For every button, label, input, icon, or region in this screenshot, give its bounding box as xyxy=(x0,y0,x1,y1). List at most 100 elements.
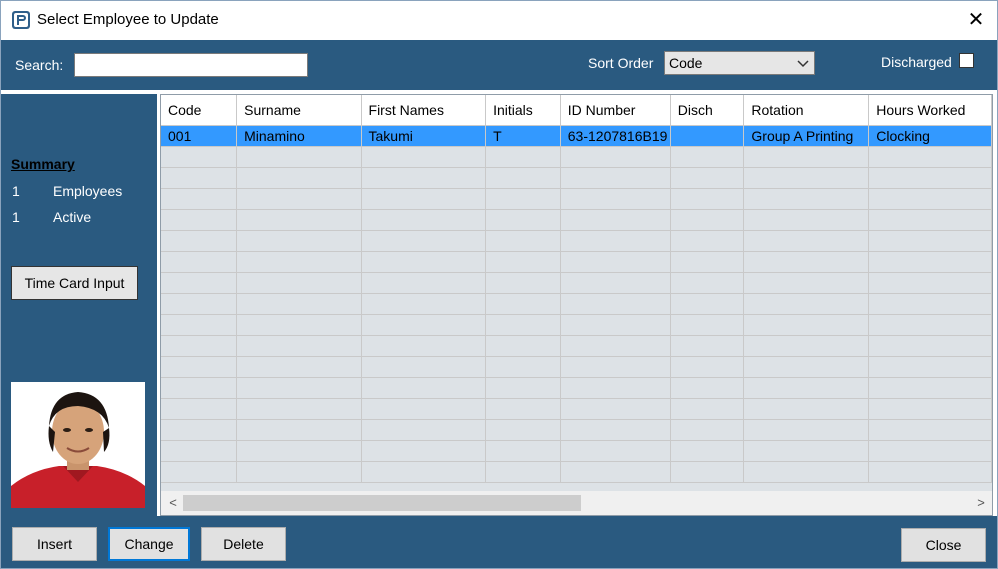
table-row[interactable] xyxy=(161,167,992,189)
table-cell[interactable] xyxy=(743,398,870,420)
table-row[interactable] xyxy=(161,146,992,168)
table-cell[interactable] xyxy=(236,335,362,357)
change-button[interactable]: Change xyxy=(108,527,190,561)
table-cell[interactable] xyxy=(236,293,362,315)
table-cell[interactable] xyxy=(361,293,487,315)
table-cell[interactable] xyxy=(361,209,487,231)
table-row[interactable] xyxy=(161,398,992,420)
table-row[interactable] xyxy=(161,440,992,462)
table-cell[interactable] xyxy=(485,398,561,420)
column-header[interactable]: Hours Worked xyxy=(868,95,992,126)
table-cell[interactable] xyxy=(560,251,671,273)
discharged-checkbox[interactable] xyxy=(959,53,974,68)
table-cell[interactable] xyxy=(161,209,238,231)
table-cell[interactable] xyxy=(560,419,671,441)
table-cell[interactable]: Group A Printing xyxy=(743,125,870,147)
close-window-icon[interactable]: ✕ xyxy=(961,6,991,34)
table-cell[interactable] xyxy=(161,251,238,273)
scroll-right-icon[interactable]: > xyxy=(971,491,991,515)
table-cell[interactable] xyxy=(236,314,362,336)
scrollbar-thumb[interactable] xyxy=(183,495,581,511)
column-header[interactable]: Disch xyxy=(670,95,745,126)
table-cell[interactable] xyxy=(743,188,870,210)
table-cell[interactable] xyxy=(743,314,870,336)
table-cell[interactable] xyxy=(560,272,671,294)
table-cell[interactable] xyxy=(161,230,238,252)
time-card-input-button[interactable]: Time Card Input xyxy=(11,266,138,300)
table-cell[interactable] xyxy=(670,230,745,252)
table-row[interactable] xyxy=(161,272,992,294)
table-cell[interactable] xyxy=(361,461,487,483)
table-cell[interactable] xyxy=(868,272,992,294)
column-header[interactable]: Initials xyxy=(485,95,561,126)
table-cell[interactable] xyxy=(161,146,238,168)
table-row[interactable] xyxy=(161,188,992,210)
table-cell[interactable] xyxy=(361,188,487,210)
table-cell[interactable]: Minamino xyxy=(236,125,362,147)
table-cell[interactable] xyxy=(670,251,745,273)
table-cell[interactable] xyxy=(485,146,561,168)
table-cell[interactable] xyxy=(743,209,870,231)
table-cell[interactable] xyxy=(485,272,561,294)
table-cell[interactable] xyxy=(161,314,238,336)
table-cell[interactable] xyxy=(560,335,671,357)
table-cell[interactable] xyxy=(236,356,362,378)
table-cell[interactable] xyxy=(485,356,561,378)
table-cell[interactable] xyxy=(485,188,561,210)
table-cell[interactable] xyxy=(361,314,487,336)
table-cell[interactable] xyxy=(868,377,992,399)
table-cell[interactable] xyxy=(361,377,487,399)
table-row[interactable]: 001 Minamino Takumi T 63-1207816B19 Group A P… xyxy=(161,125,992,147)
table-cell[interactable] xyxy=(670,440,745,462)
table-row[interactable] xyxy=(161,356,992,378)
column-header[interactable]: Code xyxy=(161,95,238,126)
table-cell[interactable] xyxy=(236,209,362,231)
table-cell[interactable] xyxy=(361,419,487,441)
table-cell[interactable] xyxy=(161,293,238,315)
table-row[interactable] xyxy=(161,314,992,336)
table-cell[interactable] xyxy=(743,335,870,357)
table-cell[interactable] xyxy=(868,230,992,252)
table-cell[interactable] xyxy=(236,272,362,294)
table-cell[interactable] xyxy=(670,356,745,378)
table-cell[interactable] xyxy=(560,356,671,378)
table-cell[interactable] xyxy=(361,230,487,252)
table-cell[interactable] xyxy=(868,293,992,315)
table-cell[interactable] xyxy=(161,461,238,483)
table-cell[interactable] xyxy=(485,314,561,336)
table-row[interactable] xyxy=(161,230,992,252)
table-cell[interactable] xyxy=(743,293,870,315)
table-cell[interactable] xyxy=(743,356,870,378)
table-cell[interactable] xyxy=(161,440,238,462)
table-cell[interactable] xyxy=(361,398,487,420)
table-cell[interactable] xyxy=(161,167,238,189)
table-cell[interactable] xyxy=(236,146,362,168)
column-header[interactable]: Surname xyxy=(236,95,362,126)
table-cell[interactable] xyxy=(670,293,745,315)
table-cell[interactable] xyxy=(485,209,561,231)
table-cell[interactable] xyxy=(868,440,992,462)
table-cell[interactable] xyxy=(868,251,992,273)
table-row[interactable] xyxy=(161,209,992,231)
table-cell[interactable] xyxy=(485,167,561,189)
table-cell[interactable] xyxy=(485,230,561,252)
table-cell[interactable] xyxy=(236,251,362,273)
table-cell[interactable] xyxy=(743,272,870,294)
table-row[interactable] xyxy=(161,377,992,399)
table-cell[interactable] xyxy=(743,461,870,483)
table-cell[interactable] xyxy=(485,440,561,462)
table-cell[interactable] xyxy=(670,188,745,210)
table-cell[interactable] xyxy=(361,356,487,378)
table-cell[interactable] xyxy=(560,398,671,420)
table-cell[interactable] xyxy=(236,398,362,420)
table-cell[interactable]: T xyxy=(485,125,561,147)
table-row[interactable] xyxy=(161,461,992,483)
table-cell[interactable] xyxy=(560,461,671,483)
table-cell[interactable] xyxy=(560,230,671,252)
table-cell[interactable] xyxy=(361,251,487,273)
table-cell[interactable] xyxy=(670,377,745,399)
table-cell[interactable] xyxy=(670,209,745,231)
table-cell[interactable] xyxy=(161,419,238,441)
table-row[interactable] xyxy=(161,251,992,273)
table-cell[interactable] xyxy=(161,356,238,378)
